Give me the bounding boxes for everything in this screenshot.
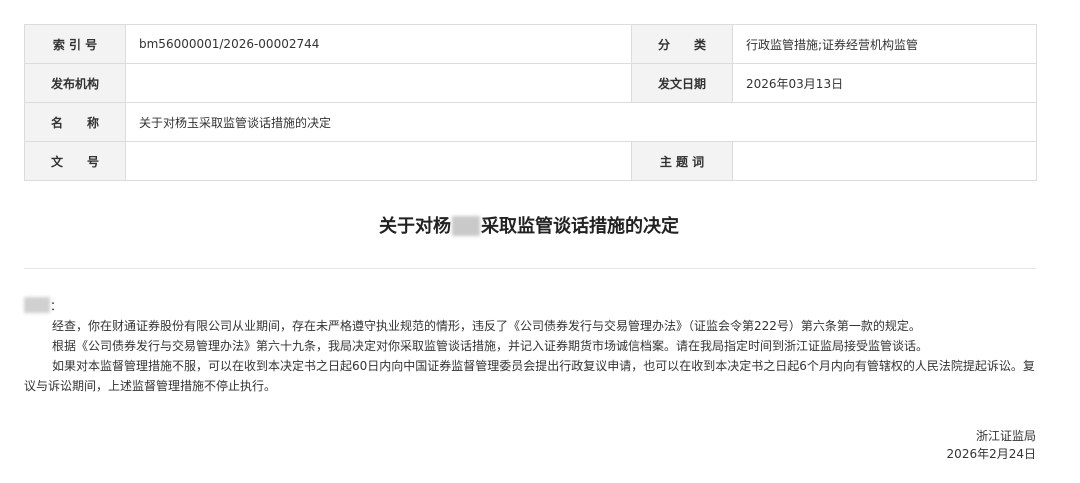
paragraph-findings: 经查，你在财通证券股份有限公司从业期间，存在未严格遵守执业规范的情形，违反了《公… [52, 319, 921, 333]
name-label: 名 称 [24, 102, 126, 142]
document-title: 关于对杨 采取监管谈话措施的决定 [0, 212, 1058, 238]
issuer-value [125, 63, 632, 103]
metadata-row-index: 索 引 号 bm56000001/2026-00002744 分 类 行政监管措… [24, 24, 1037, 64]
redacted-name-mark [452, 216, 480, 236]
redacted-addressee-mark [24, 297, 50, 313]
category-label: 分 类 [631, 24, 733, 64]
metadata-row-issuer: 发布机构 发文日期 2026年03月13日 [24, 63, 1037, 103]
signature-block: 浙江证监局 2026年2月24日 [947, 427, 1036, 463]
issue-date-label: 发文日期 [631, 63, 733, 103]
signer-name: 浙江证监局 [975, 429, 1036, 443]
document-body: ： 经查，你在财通证券股份有限公司从业期间，存在未严格遵守执业规范的情形，违反了… [24, 296, 1036, 396]
issue-date-value: 2026年03月13日 [732, 63, 1037, 103]
signature-date: 2026年2月24日 [946, 447, 1036, 461]
issuer-label: 发布机构 [24, 63, 126, 103]
name-value: 关于对杨玉采取监管谈话措施的决定 [125, 102, 1037, 142]
document-metadata-table: 索 引 号 bm56000001/2026-00002744 分 类 行政监管措… [24, 24, 1037, 181]
salutation-colon: ： [50, 299, 63, 313]
metadata-row-doc-number: 文 号 主 题 词 [24, 141, 1037, 181]
title-divider [24, 268, 1036, 269]
keywords-label: 主 题 词 [631, 141, 733, 181]
salutation: ： [24, 296, 1036, 316]
metadata-row-name: 名 称 关于对杨玉采取监管谈话措施的决定 [24, 102, 1037, 142]
keywords-value [732, 141, 1037, 181]
category-value: 行政监管措施;证券经营机构监管 [732, 24, 1037, 64]
document-title-suffix: 采取监管谈话措施的决定 [481, 216, 679, 237]
document-number-value [125, 141, 632, 181]
document-title-prefix: 关于对杨 [379, 216, 451, 237]
index-number-label: 索 引 号 [24, 24, 126, 64]
paragraph-decision: 根据《公司债券发行与交易管理办法》第六十九条，我局决定对你采取监管谈话措施，并记… [52, 339, 929, 353]
document-number-label: 文 号 [24, 141, 126, 181]
index-number-value: bm56000001/2026-00002744 [125, 24, 632, 64]
paragraph-appeal-rights: 如果对本监督管理措施不服，可以在收到本决定书之日起60日内向中国证券监督管理委员… [24, 359, 1035, 393]
